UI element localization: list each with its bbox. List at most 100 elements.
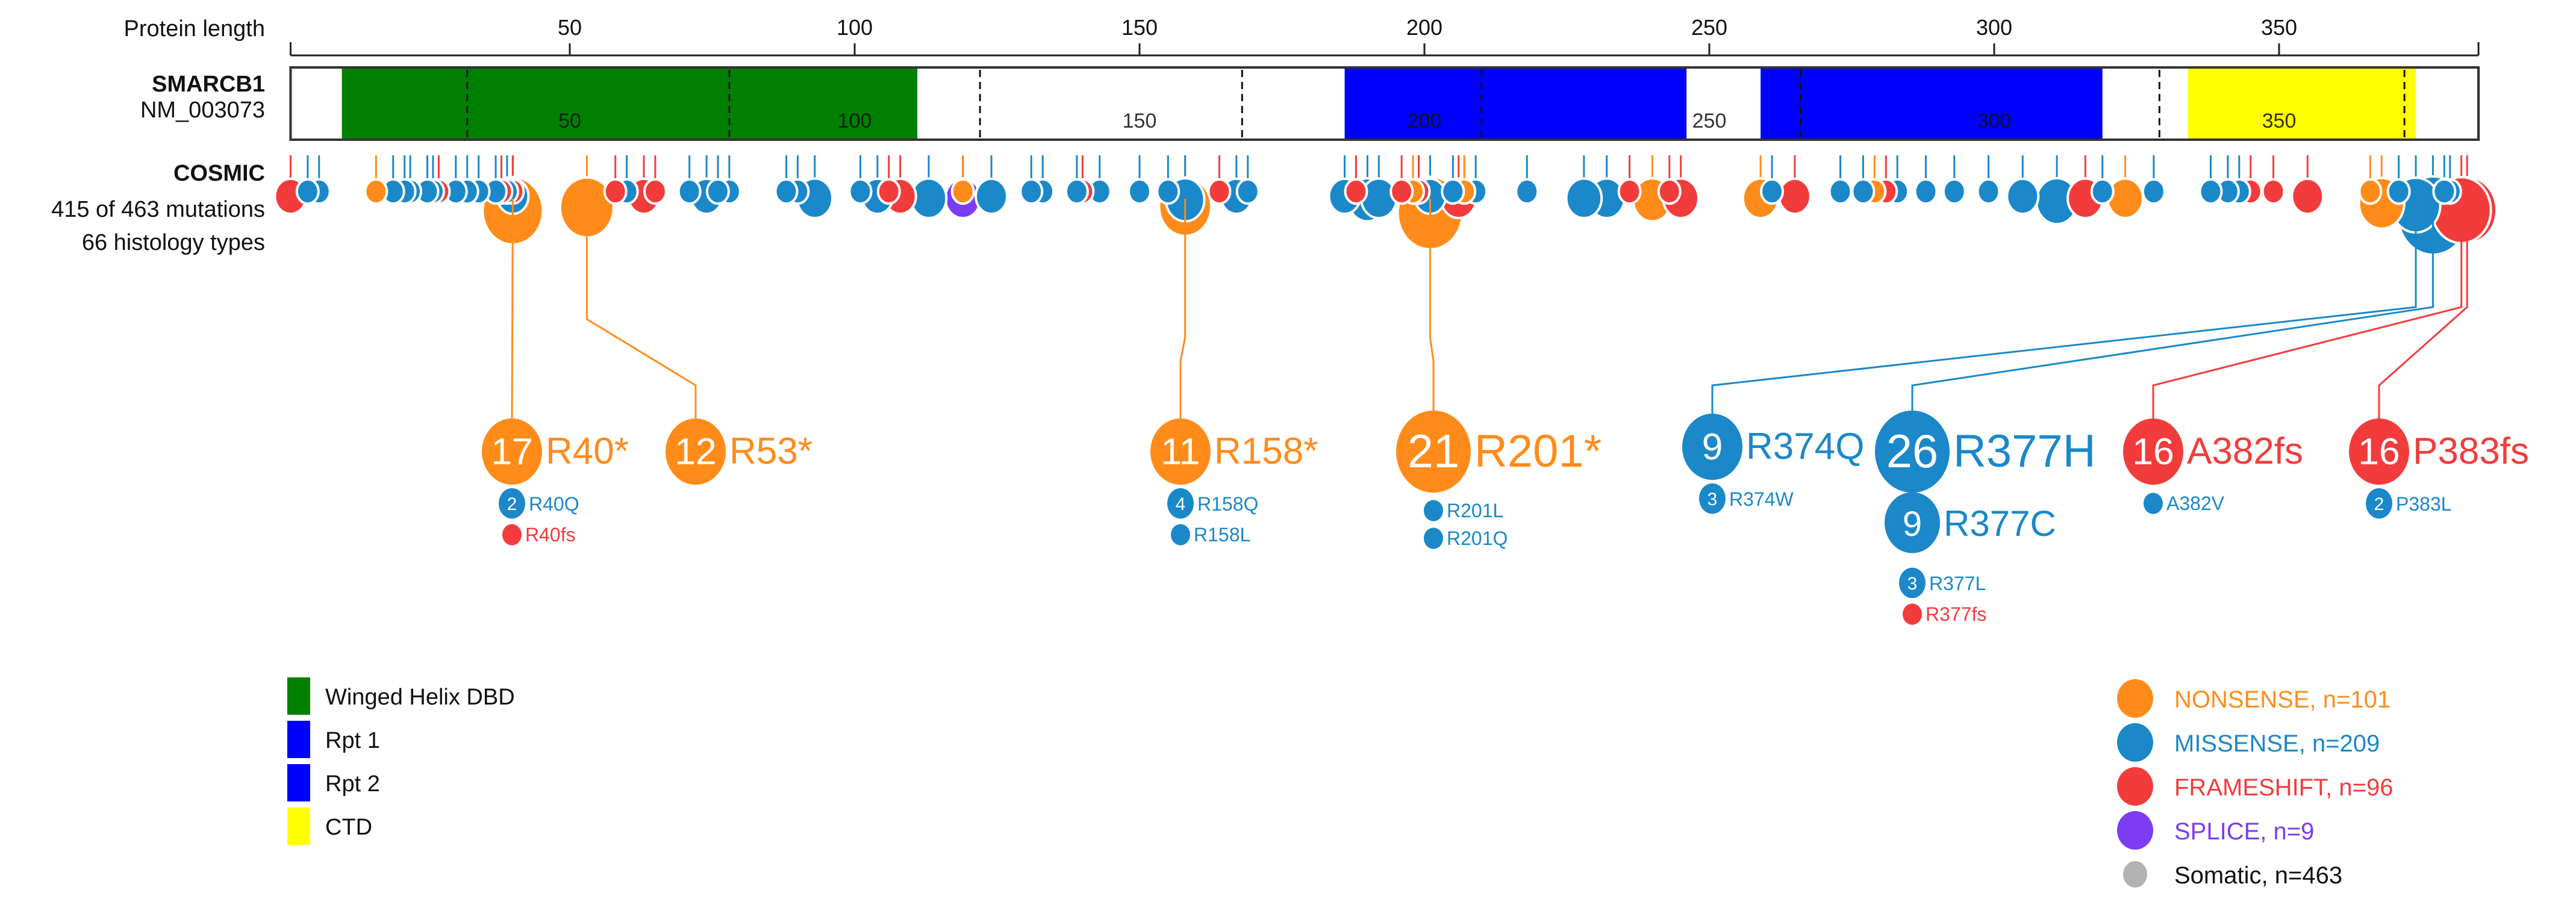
legend-label-frameshift: FRAMESHIFT, n=96 [2174, 774, 2393, 801]
lollipop-head [975, 177, 1009, 216]
callout-sub-label: R377C [1944, 503, 2056, 544]
lollipop-head [1127, 178, 1152, 205]
callout-sub-count: 2 [507, 494, 517, 514]
lollipop-head [295, 178, 320, 205]
gene-scale-label: 50 [558, 110, 581, 132]
lollipop-head [2106, 177, 2144, 220]
callout-sub-label: R40fs [525, 524, 576, 546]
lollipop-head [1360, 177, 1398, 220]
lollipop-svg: Protein length SMARCB1 NM_003073 COSMIC … [51, 15, 2529, 889]
legend-dot-splice [2117, 811, 2153, 850]
gene-scale-label: 150 [1123, 110, 1157, 132]
legend-dot-somatic [2123, 861, 2147, 888]
domain-rpt-2 [1760, 69, 2103, 138]
domain-ctd [2188, 69, 2416, 138]
mutation-type-legend: NONSENSE, n=101 MISSENSE, n=209 FRAMESHIFT… [2117, 679, 2393, 889]
gene-symbol: SMARCB1 [152, 72, 265, 97]
domain-rpt-1 [1344, 69, 1687, 138]
lollipop-head [1828, 178, 1853, 205]
legend-label: CTD [325, 815, 372, 840]
legend-dot-missense [2117, 723, 2153, 762]
legend-label: Winged Helix DBD [325, 685, 515, 710]
lollipop-head [1913, 178, 1938, 205]
callout-sub-dot [1424, 500, 1443, 521]
lollipop-head [705, 178, 730, 205]
lollipop-head [1565, 177, 1603, 220]
legend-dot-frameshift [2117, 767, 2153, 806]
callout-sub-label: R40Q [529, 493, 579, 515]
legend-swatch [287, 721, 310, 758]
callout-label: A382fs [2187, 431, 2303, 472]
lollipop-head [2006, 177, 2040, 216]
axis-tick-label: 50 [558, 15, 582, 40]
callout-label: R158* [1214, 431, 1318, 472]
lollipop-head [774, 178, 799, 205]
legend-label-missense: MISSENSE, n=209 [2174, 730, 2380, 757]
lollipop-head [2386, 178, 2411, 205]
callout-sub-label: R377fs [1926, 603, 1986, 625]
legend-label: Rpt 1 [325, 728, 380, 753]
callout-sub-dot [1424, 527, 1443, 549]
axis-tick-label: 300 [1976, 15, 2012, 40]
callout-sub-label: R158Q [1197, 493, 1258, 515]
gene-transcript: NM_003073 [140, 98, 265, 123]
lollipop-head [1235, 178, 1260, 205]
legend-dot-nonsense [2117, 679, 2153, 718]
callout-sub-label: R374W [1729, 488, 1794, 510]
callout-label: R374Q [1746, 426, 1864, 467]
callout-count: 26 [1886, 426, 1938, 477]
lollipop-figure: Protein length SMARCB1 NM_003073 COSMIC … [0, 0, 2576, 896]
legend-label-somatic: Somatic, n=463 [2174, 862, 2342, 889]
axis-tick-label: 150 [1121, 15, 1158, 40]
legend-swatch [287, 764, 310, 801]
track-name: COSMIC [173, 161, 265, 186]
axis-tick-label: 250 [1691, 15, 1727, 40]
callout-count: 16 [2358, 431, 2400, 473]
callout-label: P383fs [2413, 431, 2529, 472]
lollipop-head [848, 178, 873, 205]
lollipop-head [2291, 177, 2325, 216]
callout-label: R201* [1474, 426, 1601, 477]
callout-count: 17 [491, 431, 533, 473]
callout-count: 9 [1702, 426, 1723, 468]
lollipop-head [2198, 178, 2223, 205]
lollipop-head [1441, 178, 1465, 205]
lollipop-head [1976, 178, 2001, 205]
lollipop-head [1851, 178, 1876, 205]
domain-winged-helix-dbd [341, 69, 918, 138]
lollipop-head [950, 178, 975, 205]
gene-scale-label: 300 [1977, 110, 2012, 132]
callout-sub-label: R158L [1194, 524, 1250, 546]
lollipop-head [1942, 178, 1966, 205]
lollipop-head [1389, 178, 1414, 205]
gene-scale-label: 250 [1692, 110, 1727, 132]
lollipop-head [1777, 177, 1812, 216]
track-summary-histology: 66 histology types [82, 230, 265, 255]
lollipop-head [2432, 178, 2457, 205]
lollipop-head [1657, 178, 1682, 205]
axis-tick-label: 350 [2261, 15, 2297, 40]
callout-sub-dot [1903, 603, 1922, 625]
domain-legend: Winged Helix DBD Rpt 1 Rpt 2 CTD [287, 677, 515, 845]
gene-scale-label: 350 [2262, 110, 2297, 132]
callout-sub-count: 3 [1907, 574, 1918, 594]
callout-connector [1711, 199, 2417, 417]
callout-sub-count: 2 [2374, 494, 2384, 514]
legend-swatch [287, 677, 310, 715]
lollipop-head [1515, 178, 1539, 205]
callout-sub-label: A382V [2166, 493, 2225, 514]
axis-tick-label: 100 [837, 15, 873, 40]
callout-sub-label: R377L [1929, 573, 1986, 594]
lollipop-head [1207, 178, 1232, 205]
protein-axis: 50 100 150 200 250 300 350 [289, 15, 2480, 57]
lollipop-head [1019, 178, 1044, 205]
callouts: 17 R40* 2 R40Q R40fs 12 R53* 11 R158* 4 R158Q R158L… [482, 198, 2529, 625]
callout-connector [1911, 199, 2434, 414]
callout-label: R40* [546, 431, 629, 472]
callout-count: 11 [1161, 431, 1200, 473]
callout-count: 16 [2132, 431, 2174, 473]
callout-sub-dot [2144, 493, 2163, 514]
lollipop-head [1344, 178, 1368, 205]
axis-tick-label: 200 [1406, 15, 1442, 40]
callout-sub-count: 9 [1903, 505, 1922, 544]
